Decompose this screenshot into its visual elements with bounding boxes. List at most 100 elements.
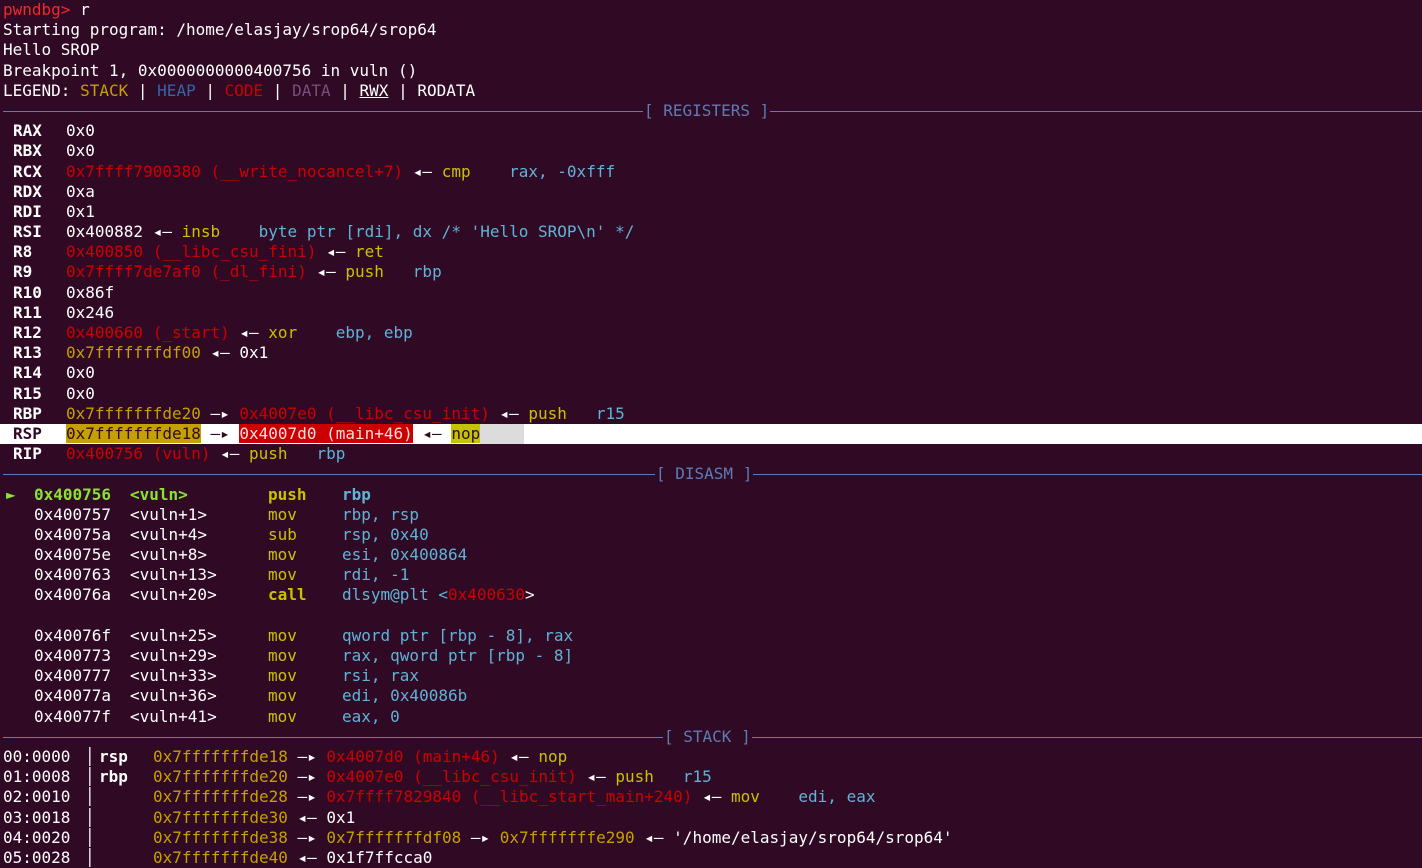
stack-index: 03:0018 [3, 807, 71, 827]
disasm-address: 0x400773 [34, 646, 112, 665]
register-name: RCX [13, 161, 42, 181]
stack-index: 02:0010 [3, 787, 71, 807]
output-line: Breakpoint 1, 0x0000000000400756 in vuln… [3, 60, 418, 80]
instruction: push [345, 262, 384, 282]
disasm-opcode: mov [268, 706, 297, 726]
register-name: RSP [13, 423, 42, 443]
disasm-args: eax, 0 [342, 706, 400, 726]
stack-index: 05:0028 [3, 847, 71, 867]
legend-line: LEGEND: STACK | HEAP | CODE | DATA | RWX… [3, 81, 1422, 101]
register-row: R8 0x400850 (__libc_csu_fini) ◂— ret [3, 242, 1422, 262]
stack-separator: │ [85, 847, 95, 867]
register-name: RIP [13, 444, 42, 464]
disasm-address: 0x40077a [34, 686, 112, 706]
stack-instruction: push [615, 767, 654, 787]
disasm-opcode: mov [268, 666, 297, 686]
arrow-right: —▸ [461, 827, 500, 847]
arrow-right: —▸ [200, 403, 240, 423]
current-instruction-marker: ► [6, 484, 16, 504]
legend-heap: HEAP [157, 80, 196, 100]
disasm-args: qword ptr [rbp - 8], rax [342, 625, 574, 645]
register-row: RBX 0x0 [3, 141, 1422, 161]
disasm-panel: ► 0x400756 <vuln> push rbp 0x400757 <vuln+1> mo… [3, 485, 1422, 727]
register-row: R12 0x400660 (_start) ◂— xor ebp, ebp [3, 323, 1422, 343]
arrow-left: ◂— [316, 242, 355, 262]
disasm-line: 0x40076f <vuln+25> mov qword ptr [rbp - 8],… [6, 626, 1422, 646]
stack-string: '/home/elasjay/srop64/srop64' [673, 827, 953, 847]
arrow-right: —▸ [287, 767, 327, 787]
symbol: (__write_nocancel+7) [200, 161, 404, 181]
register-name: R12 [13, 323, 42, 342]
arrow-left: ◂— [287, 807, 327, 827]
stack-row: 01:0008 │ rbp 0x7fffffffde20 —▸ 0x4007e0 (_… [3, 767, 1422, 787]
disasm-args: edi, 0x40086b [342, 686, 468, 706]
register-name: R10 [13, 282, 42, 302]
disasm-opcode: mov [268, 686, 297, 706]
instruction-args: rax, -0xfff [509, 161, 616, 181]
arrow-left: ◂— [306, 262, 346, 282]
disasm-address: 0x40077f [34, 706, 112, 726]
register-row: RDI 0x1 [3, 202, 1422, 222]
register-row: RSI 0x400882 ◂— insb byte ptr [rdi], dx /… [3, 222, 1422, 242]
disasm-opcode: mov [268, 545, 297, 565]
pointer-value: 0x4007d0 [239, 423, 317, 443]
register-name: R8 [13, 242, 33, 262]
disasm-symbol: <vuln+1> [130, 504, 208, 524]
register-value: 0x0 [66, 141, 95, 161]
disasm-title: [ DISASM ] [655, 464, 754, 485]
legend-sep: | [340, 80, 350, 100]
disasm-line: 0x40077a <vuln+36> mov edi, 0x40086b [6, 686, 1422, 706]
terminal[interactable]: pwndbg> r Starting program: /home/elasja… [0, 0, 1422, 868]
target-value: 0x1 [239, 343, 269, 363]
legend-rwx: RWX [359, 80, 389, 100]
register-value: 0x1 [66, 201, 95, 221]
registers-title: [ REGISTERS ] [643, 100, 771, 122]
symbol: (__libc_csu_init) [316, 403, 490, 423]
disasm-address: 0x40075a [34, 524, 112, 544]
register-value: 0x400882 [66, 222, 144, 242]
prompt: pwndbg> [3, 0, 71, 19]
disasm-symbol: <vuln+8> [130, 545, 208, 565]
disasm-line: 0x40075e <vuln+8> mov esi, 0x400864 [6, 545, 1422, 565]
disasm-opcode: mov [268, 625, 297, 645]
stack-separator: │ [85, 807, 95, 827]
stack-instruction: mov [730, 787, 760, 807]
stack-title: [ STACK ] [663, 726, 752, 747]
disasm-symbol: <vuln+25> [130, 625, 217, 645]
stack-instruction-args: edi, eax [798, 787, 876, 807]
disasm-line: 0x400763 <vuln+13> mov rdi, -1 [6, 565, 1422, 585]
disasm-opcode: call [268, 585, 307, 605]
symbol: (vuln) [143, 444, 211, 464]
stack-row: 05:0028 │ 0x7fffffffde40 ◂— 0x1f7ffcca0 [3, 848, 1422, 868]
disasm-args: rsi, rax [342, 666, 420, 686]
disasm-symbol: <vuln+13> [130, 565, 217, 585]
register-row: RIP 0x400756 (vuln) ◂— push rbp [3, 444, 1422, 464]
arrow-right: —▸ [287, 827, 327, 847]
register-value: 0x0 [66, 363, 95, 383]
instruction: push [528, 403, 567, 423]
disasm-args: rbp, rsp [342, 504, 420, 524]
register-row: R13 0x7fffffffdf00 ◂— 0x1 [3, 343, 1422, 363]
disasm-args: rax, qword ptr [rbp - 8] [342, 646, 574, 665]
register-name: RDX [13, 181, 42, 201]
register-value: 0x400850 [66, 242, 144, 262]
legend-label: LEGEND: [3, 80, 71, 100]
instruction-args: rbp [316, 444, 346, 464]
register-row: R9 0x7ffff7de7af0 (_dl_fini) ◂— push rbp [3, 262, 1422, 282]
command-text: r [80, 0, 90, 19]
disasm-args: rsp, 0x40 [342, 524, 429, 544]
stack-header: [ STACK ] [3, 726, 1422, 747]
disasm-address: 0x40076f [34, 625, 112, 645]
register-value: 0x7ffff7de7af0 [66, 262, 201, 282]
instruction: ret [354, 242, 384, 262]
arrow-left: ◂— [200, 343, 240, 363]
stack-row: 04:0020 │ 0x7fffffffde38 —▸ 0x7fffffffdf08… [3, 828, 1422, 848]
disasm-address: 0x40075e [34, 545, 112, 565]
stack-address: 0x7fffffffde20 [153, 767, 288, 787]
registers-header: [ REGISTERS ] [3, 100, 1422, 122]
register-row: R11 0x246 [3, 303, 1422, 323]
disasm-line: 0x40076a <vuln+20> call dlsym@plt <0x400630… [6, 585, 1422, 605]
arrow-right: —▸ [200, 423, 240, 443]
stack-address: 0x7fffffffde28 [153, 787, 288, 807]
disasm-symbol: <vuln+41> [130, 706, 217, 726]
